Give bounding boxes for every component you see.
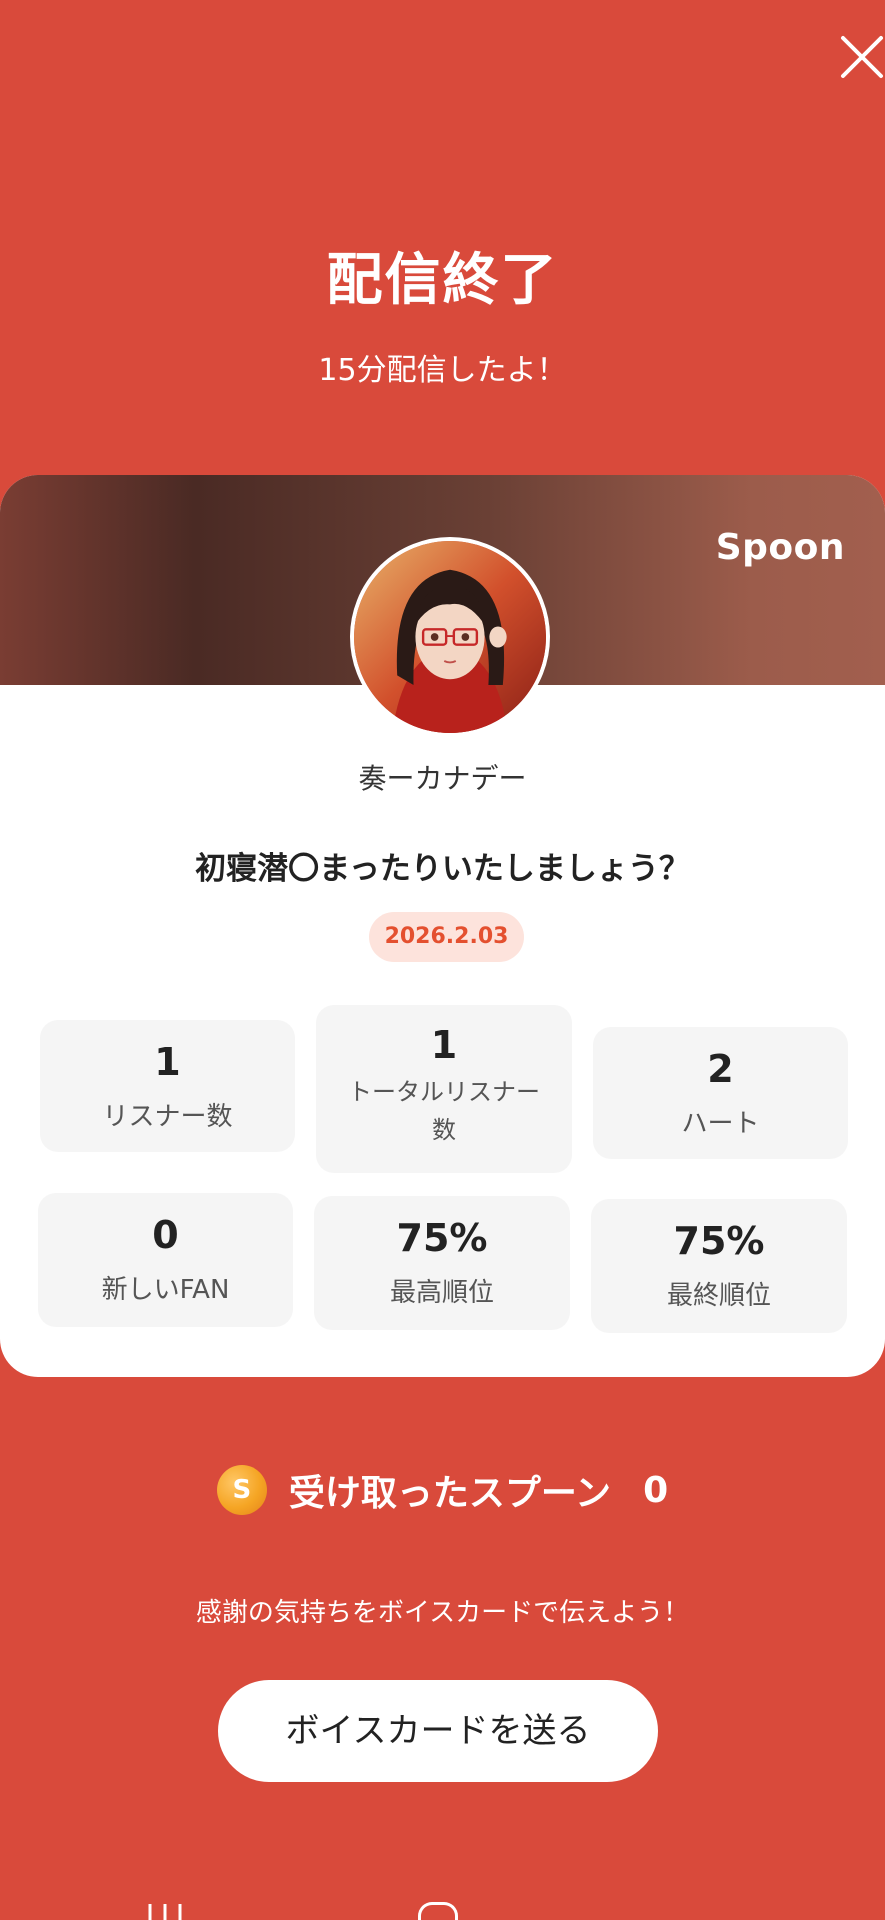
duration-subtitle: 15分配信したよ！ <box>318 353 567 388</box>
stat-hearts-label: ハート <box>681 1109 760 1139</box>
stat-total-listeners-value: 1 <box>430 1023 458 1067</box>
broadcast-summary-card: Spoon 奏ーカナデー 初寝潜〇まったりいたしましょう？ 2026.2.03 … <box>0 475 885 1377</box>
stat-total-listeners: 1 トータルリスナー数 <box>316 1005 572 1173</box>
stat-new-fans-value: 0 <box>152 1213 179 1257</box>
spoon-coin-icon: S <box>216 1465 267 1515</box>
stat-highest-rank-value: 75% <box>396 1216 488 1260</box>
stat-hearts-value: 2 <box>707 1047 734 1091</box>
stat-hearts: 2 ハート <box>593 1027 848 1159</box>
stat-listeners: 1 リスナー数 <box>40 1020 295 1152</box>
stat-total-listeners-label: トータルリスナー数 <box>348 1078 540 1144</box>
date-badge: 2026.2.03 <box>369 912 524 962</box>
stat-new-fans: 0 新しいFAN <box>38 1193 293 1327</box>
stat-new-fans-label: 新しいFAN <box>101 1275 230 1305</box>
stat-final-rank: 75% 最終順位 <box>591 1199 847 1333</box>
received-spoons-label: 受け取ったスプーン <box>288 1473 612 1514</box>
stat-listeners-value: 1 <box>154 1040 181 1084</box>
recent-apps-icon[interactable] <box>145 1904 185 1920</box>
stat-highest-rank: 75% 最高順位 <box>314 1196 570 1330</box>
stat-highest-rank-label: 最高順位 <box>389 1278 494 1308</box>
brand-logo: Spoon <box>715 527 845 568</box>
close-button[interactable] <box>835 30 885 80</box>
received-spoons: S 受け取ったスプーン 0 <box>0 1460 885 1520</box>
home-icon[interactable] <box>418 1902 458 1920</box>
close-icon <box>841 36 883 78</box>
stat-final-rank-label: 最終順位 <box>666 1281 771 1311</box>
broadcast-end-screen: 配信終了 15分配信したよ！ Spoon 奏ーカナデー 初寝潜〇まったりいたしま… <box>0 0 885 1920</box>
stat-final-rank-value: 75% <box>673 1219 765 1263</box>
system-nav-bar <box>0 1900 885 1920</box>
send-voice-card-button[interactable]: ボイスカードを送る <box>218 1680 658 1782</box>
streamer-name: 奏ーカナデー <box>358 762 527 795</box>
avatar <box>350 537 550 737</box>
thanks-message: 感謝の気持ちをボイスカードで伝えよう！ <box>195 1598 690 1628</box>
received-spoons-count: 0 <box>643 1469 669 1511</box>
page-title: 配信終了 <box>326 248 559 313</box>
stream-title: 初寝潜〇まったりいたしましょう？ <box>195 851 690 887</box>
stat-listeners-label: リスナー数 <box>102 1102 233 1132</box>
